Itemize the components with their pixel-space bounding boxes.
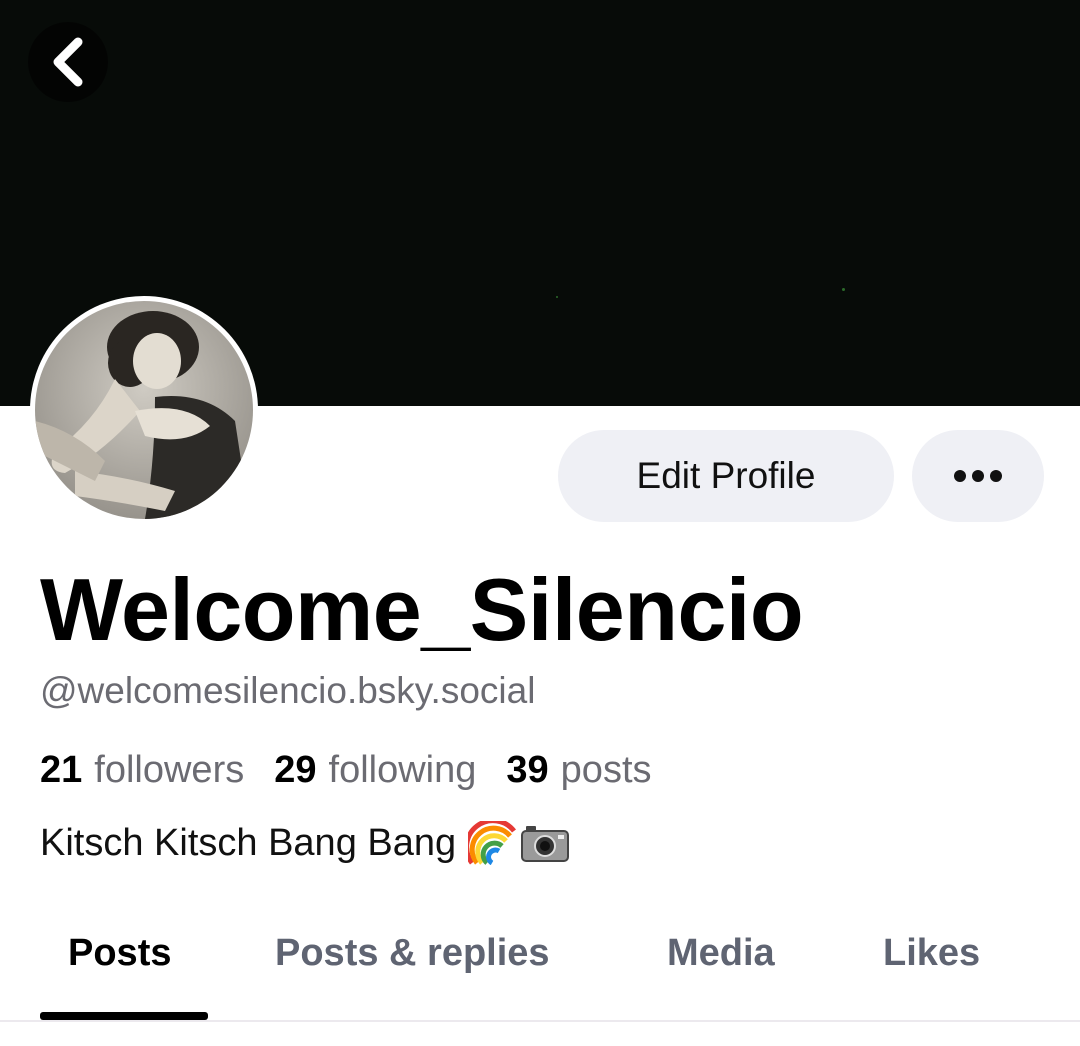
profile-stats: 21 followers 29 following 39 posts [40,746,652,794]
edit-profile-button[interactable]: Edit Profile [558,430,894,522]
more-options-button[interactable] [912,430,1044,522]
following-count: 29 [274,749,317,791]
tab-posts-replies[interactable]: Posts & replies [275,920,550,1020]
profile-tabs: Posts Posts & replies Media Likes [0,920,1080,1020]
followers-stat[interactable]: 21 followers [40,746,244,794]
ellipsis-icon [954,470,1002,482]
display-name: Welcome_Silencio [40,560,804,659]
tab-media-label: Media [667,932,775,974]
avatar-icon [35,301,253,519]
bio-emojis [468,821,570,865]
posts-stat: 39 posts [506,746,651,794]
tab-media[interactable]: Media [667,920,775,1020]
bio-text: Kitsch Kitsch Bang Bang [40,822,457,864]
back-button[interactable] [28,22,108,102]
tab-likes[interactable]: Likes [883,920,980,1020]
profile-handle: @welcomesilencio.bsky.social [40,670,536,711]
banner-speck [842,288,845,291]
tab-posts-label: Posts [68,932,172,974]
edit-profile-label: Edit Profile [636,455,816,496]
chevron-left-icon [53,37,83,87]
following-stat[interactable]: 29 following [274,746,476,794]
posts-label: posts [560,749,652,791]
avatar[interactable] [30,296,258,524]
tab-likes-label: Likes [883,932,981,974]
profile-bio: Kitsch Kitsch Bang Bang [40,818,570,868]
tab-posts[interactable]: Posts [68,920,171,1020]
camera-icon [521,826,570,862]
banner-speck [556,296,558,298]
followers-count: 21 [40,749,83,791]
rainbow-icon [468,821,517,865]
tabs-divider [0,1020,1080,1022]
tab-posts-replies-label: Posts & replies [275,932,550,974]
followers-label: followers [94,749,245,791]
posts-count: 39 [506,749,549,791]
active-tab-indicator [40,1012,208,1020]
following-label: following [328,749,477,791]
